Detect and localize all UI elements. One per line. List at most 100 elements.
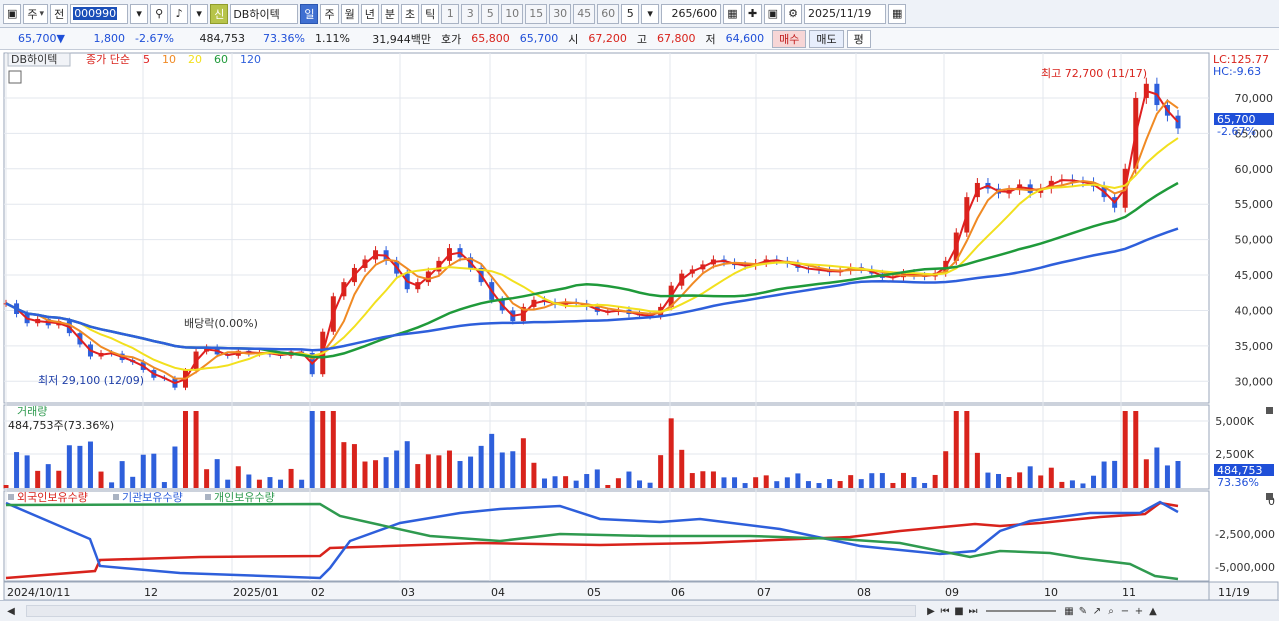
tab-period-0[interactable]: 일 <box>300 3 319 24</box>
volume-bar <box>679 449 685 488</box>
volume-bar <box>869 473 875 488</box>
price-tick-8: 30,000 <box>1235 375 1274 388</box>
stock-tag: DB하이텍 <box>11 52 57 66</box>
zoom-in-icon[interactable]: + <box>1132 604 1146 618</box>
scroll-track[interactable] <box>26 605 916 617</box>
stock-name: DB하이텍 <box>230 3 299 24</box>
volume-bar <box>658 455 664 488</box>
prev-button[interactable]: 전 <box>50 3 69 24</box>
volume-bar <box>816 483 822 488</box>
volume-bar <box>922 482 928 488</box>
tab-minute-5[interactable]: 5 <box>481 3 500 24</box>
buy-button[interactable]: 매수 <box>772 29 807 48</box>
interval-input[interactable]: 5 <box>621 3 640 24</box>
volume-bar <box>225 479 231 488</box>
candle-icon[interactable]: ▦ <box>723 3 742 24</box>
date-input[interactable]: 2025/11/19 <box>804 3 886 24</box>
save-icon[interactable]: ▣ <box>763 3 782 24</box>
x-label-11: 10 <box>1044 586 1058 599</box>
x-axis-right-date: 11/19 <box>1218 586 1250 599</box>
tab-minute-30[interactable]: 30 <box>549 3 572 24</box>
volume-bar <box>964 411 970 488</box>
tab-period-3[interactable]: 년 <box>360 3 379 24</box>
calendar-icon[interactable]: ▦ <box>888 3 907 24</box>
tab-period-2[interactable]: 월 <box>340 3 359 24</box>
volume-bar <box>1091 475 1097 488</box>
eval-button[interactable]: 평 <box>846 29 871 48</box>
draw-icon[interactable]: ✎ <box>1076 604 1090 618</box>
tab-minute-10[interactable]: 10 <box>501 3 524 24</box>
first-page-icon[interactable]: ⏮ <box>938 604 952 618</box>
ma-legend-5: 5 <box>143 53 150 66</box>
magnifier-icon[interactable]: ⌕ <box>1104 604 1118 618</box>
price-tick-7: 35,000 <box>1235 340 1274 353</box>
volume-bar <box>3 485 9 488</box>
code-dropdown-icon[interactable]: ▾ <box>130 3 149 24</box>
tab-period-6[interactable]: 틱 <box>421 3 440 24</box>
volume-bar <box>1069 480 1075 488</box>
market-select[interactable]: 주 <box>23 3 49 24</box>
scroll-left-icon[interactable]: ◀ <box>4 604 18 618</box>
volume-bar <box>900 472 906 488</box>
trend-icon[interactable]: ↗ <box>1090 604 1104 618</box>
volume-bar <box>351 444 357 488</box>
speaker-icon[interactable]: ♪ <box>170 3 189 24</box>
stock-chart[interactable]: DB하이텍 종가 단순 5 10 20 60 120 LC:125.77 HC:-9.6… <box>0 51 1279 601</box>
volume-bar <box>415 464 421 488</box>
volume-bar <box>87 441 93 488</box>
last-page-icon[interactable]: ⏭ <box>966 604 980 618</box>
volume-bar <box>98 471 104 488</box>
volume-bar <box>879 473 885 488</box>
tab-minute-60[interactable]: 60 <box>597 3 620 24</box>
stock-code-input[interactable]: 000990 <box>70 3 129 24</box>
volume-bar <box>710 471 716 488</box>
candle-count-input[interactable]: 265/600 <box>661 3 722 24</box>
dividend-annotation: 배당락(0.00%) <box>184 317 258 330</box>
volume-bar <box>45 464 51 488</box>
volume-bar <box>404 441 410 488</box>
volume-bar <box>890 482 896 488</box>
tab-minute-45[interactable]: 45 <box>573 3 596 24</box>
volume-bar <box>1038 475 1044 488</box>
move-up-icon[interactable]: ▲ <box>1146 604 1160 618</box>
layout-icon[interactable]: ▦ <box>1062 604 1076 618</box>
volume-bar <box>541 478 547 488</box>
tab-period-5[interactable]: 초 <box>400 3 420 24</box>
volume-bar <box>341 442 347 488</box>
holdings-panel-close-icon[interactable] <box>1266 493 1273 500</box>
sell-button[interactable]: 매도 <box>809 29 844 48</box>
volume-bar <box>1006 477 1012 488</box>
volume-bar <box>763 475 769 488</box>
tab-minute-15[interactable]: 15 <box>525 3 548 24</box>
zoom-slider[interactable] <box>986 610 1056 612</box>
volume-bar <box>943 451 949 488</box>
cross-icon[interactable]: ✚ <box>743 3 762 24</box>
bottom-scrollbar[interactable]: ◀ ▶ ⏮ ■ ⏭ ▦ ✎ ↗ ⌕ − + ▲ <box>0 600 1279 621</box>
stop-icon[interactable]: ■ <box>952 604 966 618</box>
volume-bar <box>140 454 146 488</box>
volume-tick-1: 2,500K <box>1215 448 1254 461</box>
tab-minute-3[interactable]: 3 <box>461 3 480 24</box>
volume-bar <box>309 411 315 488</box>
volume-bar <box>1048 467 1054 488</box>
volume-bar <box>499 452 505 488</box>
tab-minute-1[interactable]: 1 <box>441 3 460 24</box>
speaker-dropdown-icon[interactable]: ▾ <box>190 3 209 24</box>
x-label-1: 12 <box>144 586 158 599</box>
window-icon[interactable]: ▣ <box>3 3 22 24</box>
price-tick-6: 40,000 <box>1235 304 1274 317</box>
chart-area[interactable]: DB하이텍 종가 단순 5 10 20 60 120 LC:125.77 HC:-9.6… <box>0 51 1279 601</box>
volume-panel-close-icon[interactable] <box>1266 407 1273 414</box>
minute-tabs: 1 3 5 10 15 30 45 60 <box>441 3 620 24</box>
tab-period-1[interactable]: 주 <box>320 3 339 24</box>
ma-legend-20: 20 <box>188 53 202 66</box>
zoom-out-icon[interactable]: − <box>1118 604 1132 618</box>
scroll-right-icon[interactable]: ▶ <box>924 604 938 618</box>
volume-bar <box>457 461 463 488</box>
search-icon[interactable]: ⚲ <box>150 3 169 24</box>
interval-dropdown-icon[interactable]: ▾ <box>641 3 660 24</box>
tab-period-4[interactable]: 분 <box>380 3 399 24</box>
settings-gear-icon[interactable]: ⚙ <box>784 3 802 24</box>
table-icon[interactable] <box>8 70 22 84</box>
high-annotation: 최고 72,700 (11/17) <box>1041 67 1147 80</box>
